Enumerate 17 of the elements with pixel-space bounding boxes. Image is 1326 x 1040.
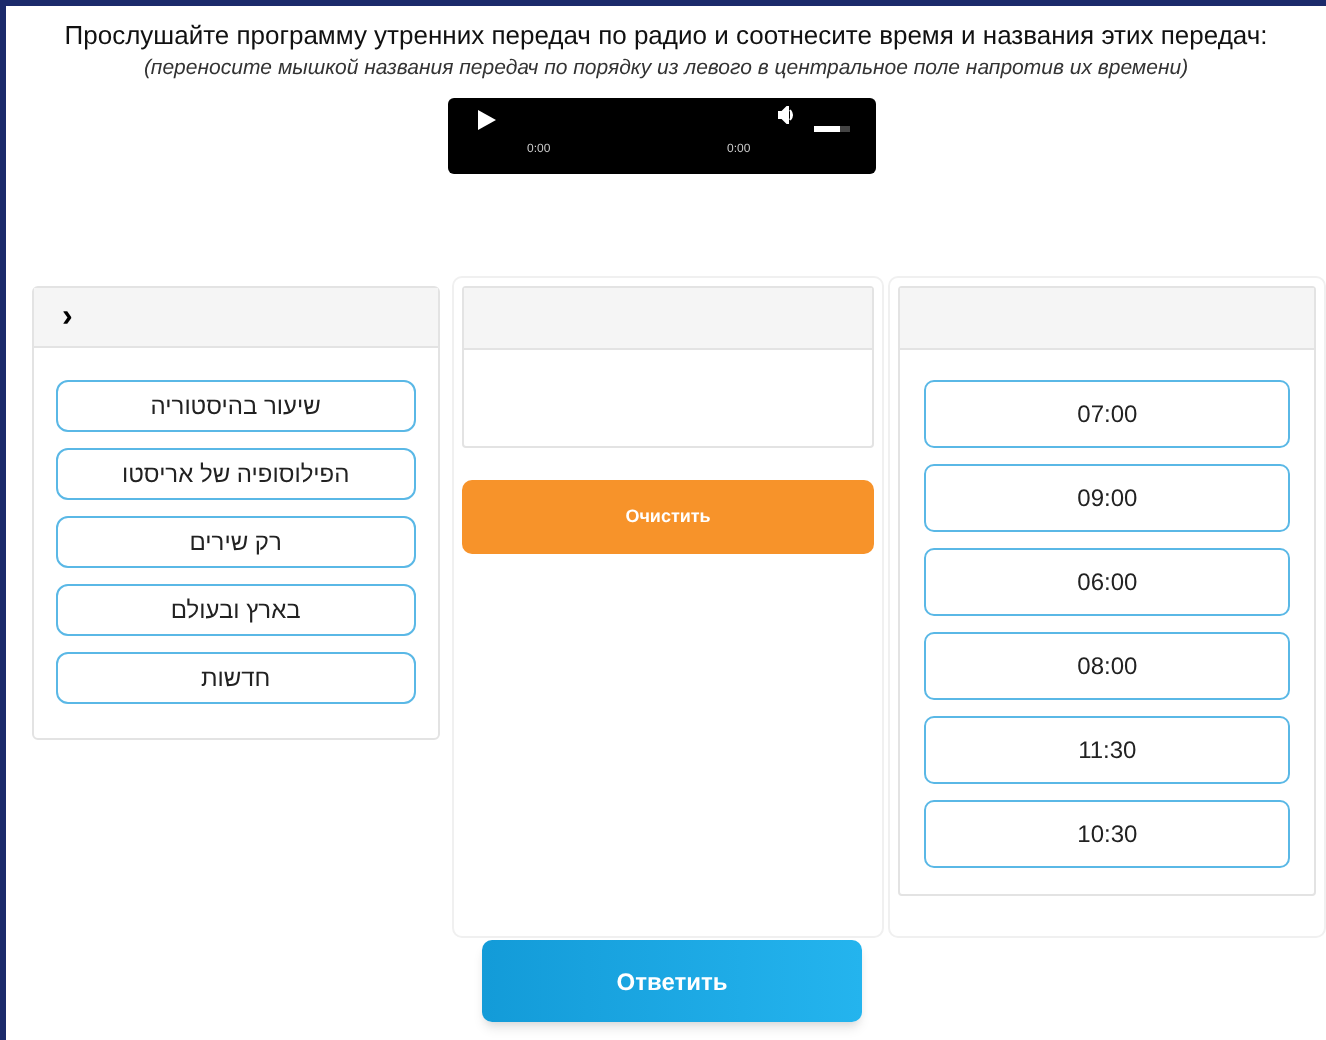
program-card[interactable]: בארץ ובעולם bbox=[56, 584, 416, 636]
volume-slider[interactable] bbox=[813, 126, 849, 132]
program-card[interactable]: שיעור בהיסטוריה bbox=[56, 380, 416, 432]
play-icon[interactable] bbox=[477, 110, 495, 130]
time-slot: 11:30 bbox=[924, 716, 1290, 784]
time-slot: 09:00 bbox=[924, 464, 1290, 532]
hint: (переносите мышкой названия передач по порядку из левого в центральное поле напротив их времени) bbox=[143, 56, 1189, 82]
program-card[interactable]: רק שירים bbox=[56, 516, 416, 568]
time-slot: 06:00 bbox=[924, 548, 1290, 616]
volume-icon[interactable] bbox=[777, 106, 795, 124]
time-slot: 08:00 bbox=[924, 632, 1290, 700]
program-card[interactable]: הפילוסופיה של אריסטו bbox=[56, 448, 416, 500]
instruction: Прослушайте программу утренних передач по радио и соотнесите время и названия этих передач: bbox=[64, 20, 1268, 52]
expand-toggle[interactable]: › bbox=[62, 301, 73, 333]
time-slot: 10:30 bbox=[924, 800, 1290, 868]
time-slot: 07:00 bbox=[924, 380, 1290, 448]
program-card[interactable]: חדשות bbox=[56, 652, 416, 704]
